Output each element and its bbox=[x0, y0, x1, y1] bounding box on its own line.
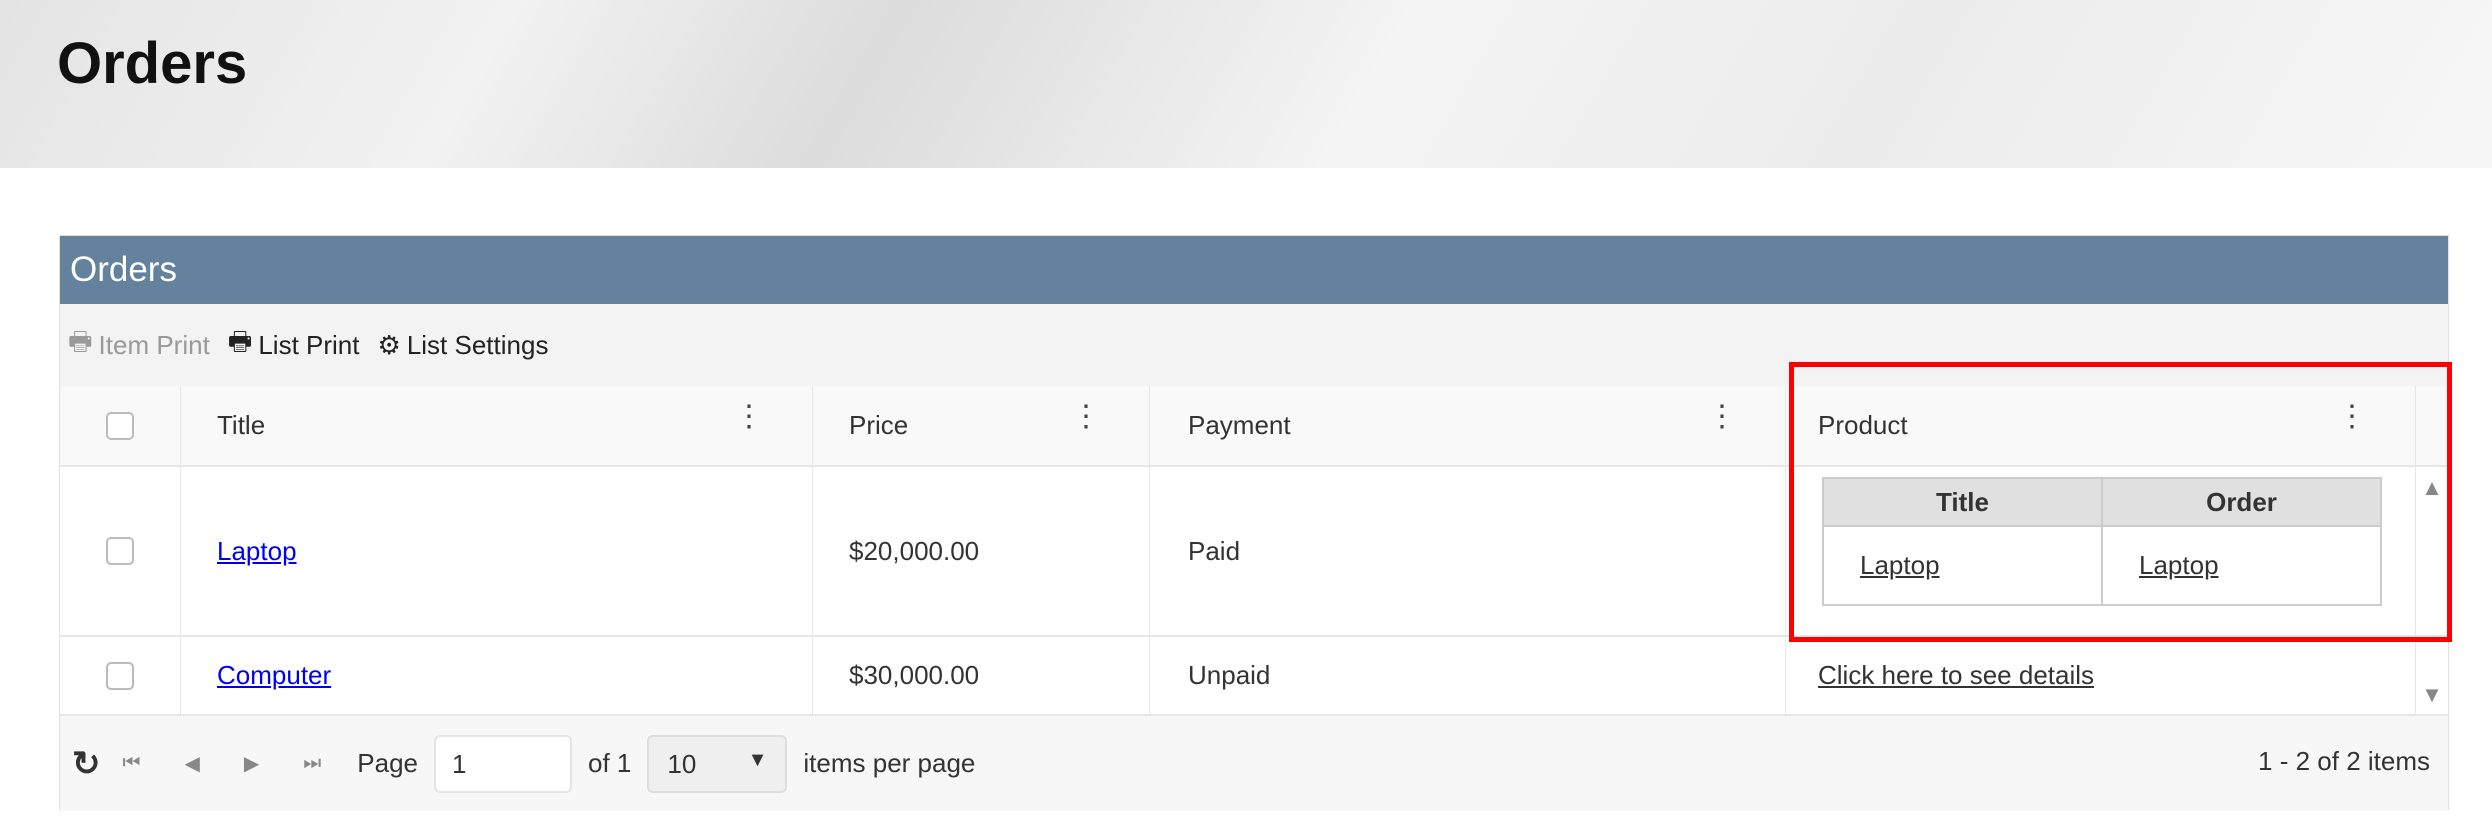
highlight-box bbox=[1789, 362, 2452, 642]
title-link[interactable]: Laptop bbox=[217, 536, 297, 567]
item-print-label: Item Print bbox=[98, 329, 210, 360]
row-select bbox=[60, 637, 181, 714]
page-count: of 1 bbox=[588, 748, 632, 778]
refresh-icon[interactable]: ↻ bbox=[72, 744, 101, 784]
first-page-icon[interactable]: ⏮ bbox=[123, 752, 141, 775]
page-label: Page bbox=[357, 748, 419, 778]
page-title: Orders bbox=[57, 31, 248, 96]
list-print-label: List Print bbox=[258, 329, 360, 360]
printer-icon: 🖶 bbox=[68, 326, 93, 356]
column-header-payment[interactable]: Payment ⋮ bbox=[1150, 386, 1786, 465]
title-cell: Computer bbox=[181, 637, 813, 714]
pager: ↻ ⏮ ◀ ▶ ⏭ Page 1 of 1 10 ▼ items per page… bbox=[60, 716, 2448, 811]
row-select bbox=[60, 467, 181, 635]
column-menu-icon[interactable]: ⋮ bbox=[1707, 402, 1737, 432]
gear-icon: ⚙ bbox=[377, 329, 401, 360]
column-header-title[interactable]: Title ⋮ bbox=[181, 386, 813, 465]
next-page-icon[interactable]: ▶ bbox=[244, 751, 259, 776]
list-settings-label: List Settings bbox=[406, 329, 549, 360]
header-select-all bbox=[60, 386, 181, 465]
column-header-price[interactable]: Price ⋮ bbox=[813, 386, 1150, 465]
column-label: Title bbox=[217, 410, 266, 440]
panel-title: Orders bbox=[60, 236, 2448, 304]
price-cell: $20,000.00 bbox=[813, 467, 1150, 635]
column-label: Price bbox=[849, 410, 909, 440]
chevron-down-icon: ▼ bbox=[747, 748, 768, 771]
title-link[interactable]: Computer bbox=[217, 660, 331, 691]
list-settings-button[interactable]: ⚙ List Settings bbox=[378, 330, 549, 361]
printer-icon: 🖶 bbox=[227, 326, 253, 356]
row-checkbox[interactable] bbox=[106, 661, 134, 690]
last-page-icon[interactable]: ⏭ bbox=[303, 752, 321, 775]
row-checkbox[interactable] bbox=[106, 537, 134, 565]
item-print-button[interactable]: 🖶 Item Print bbox=[68, 323, 210, 367]
payment-cell: Unpaid bbox=[1150, 637, 1786, 714]
scroll-down-arrow-icon[interactable]: ▼ bbox=[2416, 682, 2448, 708]
column-menu-icon[interactable]: ⋮ bbox=[1071, 402, 1101, 432]
see-details-link[interactable]: Click here to see details bbox=[1818, 660, 2094, 691]
title-cell: Laptop bbox=[181, 467, 813, 635]
column-label: Payment bbox=[1188, 410, 1291, 440]
payment-cell: Paid bbox=[1150, 467, 1786, 635]
items-per-page-label: items per page bbox=[803, 748, 976, 778]
product-cell: Click here to see details bbox=[1786, 637, 2416, 714]
column-menu-icon[interactable]: ⋮ bbox=[734, 402, 764, 432]
page-number-input[interactable]: 1 bbox=[434, 734, 573, 793]
list-print-button[interactable]: 🖶 List Print bbox=[228, 323, 360, 367]
page-size-value: 10 bbox=[667, 748, 697, 779]
price-cell: $30,000.00 bbox=[813, 637, 1150, 714]
page-banner: Orders bbox=[0, 0, 2492, 168]
table-row: Computer $30,000.00 Unpaid Click here to… bbox=[60, 637, 2448, 716]
page-size-select[interactable]: 10 ▼ bbox=[647, 734, 788, 793]
previous-page-icon[interactable]: ◀ bbox=[185, 751, 200, 776]
select-all-checkbox[interactable] bbox=[106, 411, 134, 440]
pager-info: 1 - 2 of 2 items bbox=[2258, 746, 2430, 776]
